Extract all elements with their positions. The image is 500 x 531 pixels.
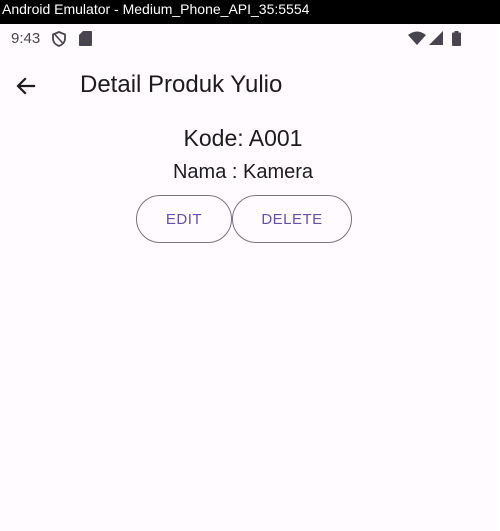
shield-icon: [52, 31, 66, 51]
cell-signal-icon: [429, 31, 443, 49]
status-bar: 9:43: [0, 24, 497, 54]
wifi-icon: [408, 31, 426, 49]
arrow-back-icon: [14, 74, 38, 103]
page-title: Detail Produk Yulio: [80, 71, 283, 98]
edit-button[interactable]: EDIT: [136, 195, 232, 243]
sd-card-icon: [79, 31, 92, 50]
back-button[interactable]: [6, 68, 46, 108]
app-bar: Detail Produk Yulio: [0, 60, 497, 116]
emulator-title-bar: Android Emulator - Medium_Phone_API_35:5…: [0, 0, 500, 24]
delete-button[interactable]: DELETE: [232, 195, 352, 243]
product-name: Nama : Kamera: [172, 161, 314, 183]
product-code: Kode: A001: [183, 125, 303, 151]
emulator-title: Android Emulator - Medium_Phone_API_35:5…: [2, 1, 310, 17]
battery-icon: [452, 31, 461, 50]
status-time: 9:43: [11, 30, 41, 47]
